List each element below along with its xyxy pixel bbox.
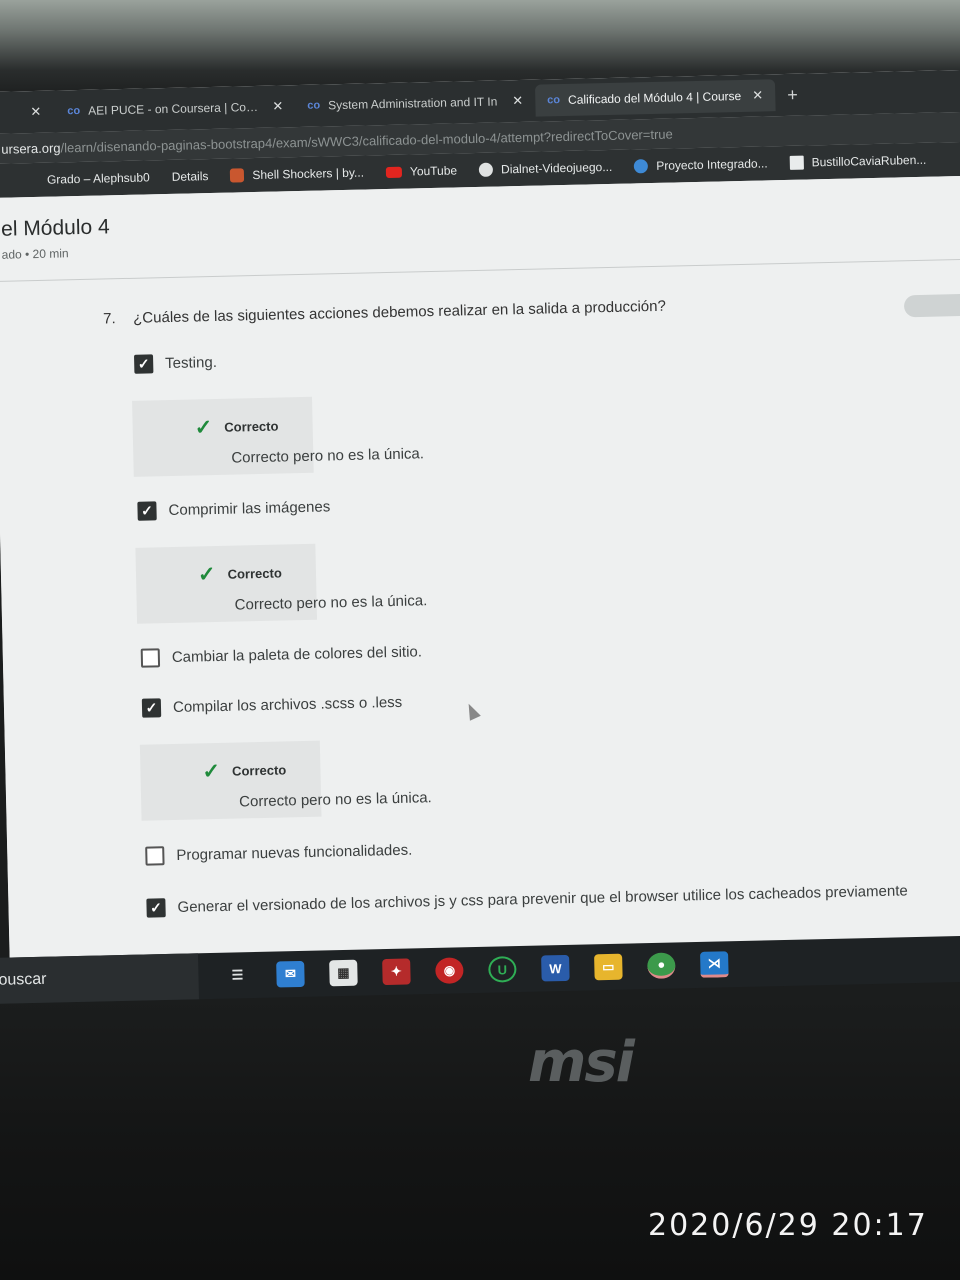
bookmark-shell-shockers[interactable]: Shell Shockers | by... — [230, 166, 364, 183]
feedback-text: Correcto pero no es la única. — [231, 445, 425, 467]
points-pill — [903, 293, 960, 318]
tab-aei-puce[interactable]: co AEI PUCE - on Coursera | Cours ✕ — [55, 90, 296, 127]
option-versionado[interactable]: ✓ Generar el versionado de los archivos … — [146, 881, 908, 918]
tab-calificado[interactable]: co Calificado del Módulo 4 | Course ✕ — [534, 79, 776, 117]
photo: ✕ co AEI PUCE - on Coursera | Cours ✕ co… — [0, 0, 960, 1280]
checkbox-checked[interactable]: ✓ — [137, 501, 157, 521]
bookmark-dialnet[interactable]: Dialnet-Videojuego... — [478, 159, 613, 177]
option-testing[interactable]: ✓ Testing. — [133, 353, 218, 374]
tab-title: Calificado del Módulo 4 | Course — [567, 88, 742, 107]
coursera-icon: co — [547, 94, 561, 107]
question-7: 7. ¿Cuáles de las siguientes acciones de… — [103, 298, 666, 328]
taskbar-search[interactable]: ouscar — [0, 953, 199, 1004]
uc-icon — [789, 155, 804, 170]
option-label: Testing. — [165, 353, 218, 373]
tab-title: System Administration and IT In — [327, 94, 498, 113]
coursera-icon: co — [307, 99, 321, 112]
feedback-text: Correcto pero no es la única. — [234, 592, 428, 614]
check-icon: ✓ — [194, 416, 213, 440]
bookmark-label: Shell Shockers | by... — [252, 165, 365, 183]
vscode-icon[interactable]: ⋊ — [700, 951, 729, 978]
option-programar[interactable]: Programar nuevas funcionalidades. — [145, 841, 412, 866]
question-text: ¿Cuáles de las siguientes acciones debem… — [132, 297, 667, 327]
feedback-text: Correcto pero no es la única. — [238, 789, 432, 811]
bookmark-label: Grado – Alephsub0 — [46, 170, 150, 187]
option-compilar[interactable]: ✓ Compilar los archivos .scss o .less — [141, 693, 403, 718]
word-icon[interactable]: W — [541, 954, 570, 982]
feedback-status: Correcto — [227, 565, 282, 582]
feedback-comprimir: ✓ Correcto Correcto pero no es la única. — [198, 557, 428, 614]
option-label: Cambiar la paleta de colores del sitio. — [171, 643, 423, 667]
quiz-page: el Módulo 4 ado • 20 min 7. ¿Cuáles de l… — [0, 175, 960, 972]
msi-logo: msi — [528, 1030, 635, 1095]
option-label: Comprimir las imágenes — [168, 498, 331, 520]
new-tab-button[interactable]: + — [787, 84, 798, 105]
youtube-icon — [385, 166, 403, 178]
option-label: Generar el versionado de los archivos js… — [177, 882, 908, 916]
bookmark-details[interactable]: Details — [172, 169, 209, 184]
checkbox-checked[interactable]: ✓ — [146, 898, 166, 918]
feedback-status: Correcto — [224, 418, 279, 435]
file-explorer-icon[interactable]: ▭ — [594, 953, 623, 981]
bookmark-label: BustilloCaviaRuben... — [811, 152, 927, 170]
feedback-status: Correcto — [231, 762, 287, 779]
tab-close-icon[interactable]: ✕ — [272, 98, 283, 114]
option-label: Compilar los archivos .scss o .less — [172, 693, 403, 717]
bookmark-label: YouTube — [409, 163, 458, 179]
mail-icon[interactable]: ✉ — [276, 960, 305, 988]
close-icon[interactable]: ✕ — [30, 104, 41, 120]
shell-shockers-icon — [230, 168, 245, 183]
feedback-testing: ✓ Correcto Correcto pero no es la única. — [194, 410, 424, 467]
tab-system-administration[interactable]: co System Administration and IT In ✕ — [295, 85, 536, 122]
checkbox-checked[interactable]: ✓ — [141, 698, 162, 718]
tab-title: AEI PUCE - on Coursera | Cours — [88, 99, 263, 118]
url-host: ursera.org — [1, 139, 61, 157]
checkbox-unchecked[interactable] — [140, 648, 161, 668]
coursera-icon: co — [67, 104, 81, 118]
option-paleta[interactable]: Cambiar la paleta de colores del sitio. — [140, 642, 423, 668]
feedback-compilar: ✓ Correcto Correcto pero no es la única. — [202, 754, 432, 811]
bookmark-label: Proyecto Integrado... — [656, 156, 768, 173]
store-icon[interactable]: ▦ — [329, 959, 358, 987]
chrome-icon[interactable]: ● — [647, 952, 676, 980]
check-icon: ✓ — [197, 563, 216, 587]
dialnet-icon — [478, 162, 494, 177]
check-icon: ✓ — [202, 759, 221, 784]
bookmark-label: Details — [171, 169, 209, 184]
photo-timestamp: 2020/6/29 20:17 — [648, 1208, 928, 1243]
proyecto-icon — [634, 159, 649, 174]
tab-close-icon[interactable]: ✕ — [752, 87, 763, 103]
bookmark-grado[interactable]: Grado – Alephsub0 — [47, 170, 150, 186]
checkbox-unchecked[interactable] — [145, 846, 165, 866]
option-label: Programar nuevas funcionalidades. — [176, 841, 413, 864]
bookmark-label: Dialnet-Videojuego... — [500, 159, 613, 177]
upwork-icon[interactable]: U — [488, 956, 517, 983]
bookmark-bustillo[interactable]: BustilloCaviaRuben... — [789, 153, 926, 170]
antivirus-icon[interactable]: ◉ — [435, 957, 464, 984]
question-number: 7. — [102, 310, 116, 328]
option-comprimir[interactable]: ✓ Comprimir las imágenes — [137, 497, 331, 521]
browser-window: ✕ co AEI PUCE - on Coursera | Cours ✕ co… — [0, 69, 960, 972]
tab-close-icon[interactable]: ✕ — [512, 93, 523, 109]
bookmark-youtube[interactable]: YouTube — [385, 163, 458, 179]
task-view-icon[interactable]: ☰ — [223, 962, 252, 989]
bookmark-proyecto[interactable]: Proyecto Integrado... — [634, 156, 768, 174]
game-icon[interactable]: ✦ — [382, 958, 411, 986]
checkbox-checked[interactable]: ✓ — [133, 354, 154, 374]
